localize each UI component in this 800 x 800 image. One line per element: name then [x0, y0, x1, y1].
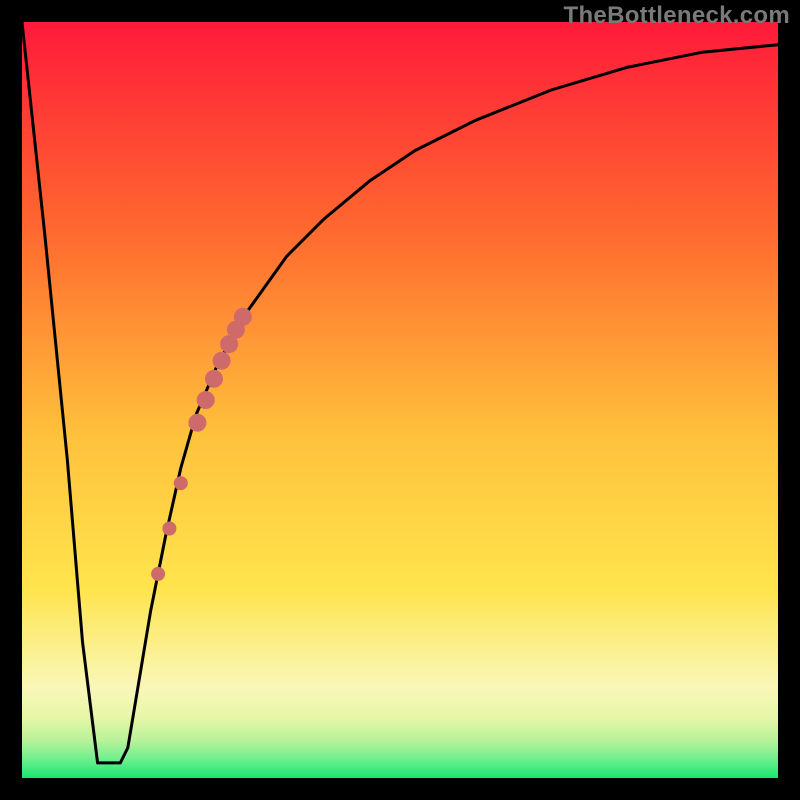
watermark-text: TheBottleneck.com	[564, 2, 790, 30]
plot-area	[22, 22, 778, 778]
curve-marker	[151, 567, 165, 581]
curve-marker	[205, 370, 223, 388]
curve-marker	[197, 391, 215, 409]
chart-frame: TheBottleneck.com	[0, 0, 800, 800]
curve-marker	[174, 476, 188, 490]
curve-marker	[213, 352, 231, 370]
gradient-background	[22, 22, 778, 778]
curve-marker	[234, 308, 252, 326]
curve-marker	[188, 414, 206, 432]
curve-marker	[162, 522, 176, 536]
chart-svg	[22, 22, 778, 778]
